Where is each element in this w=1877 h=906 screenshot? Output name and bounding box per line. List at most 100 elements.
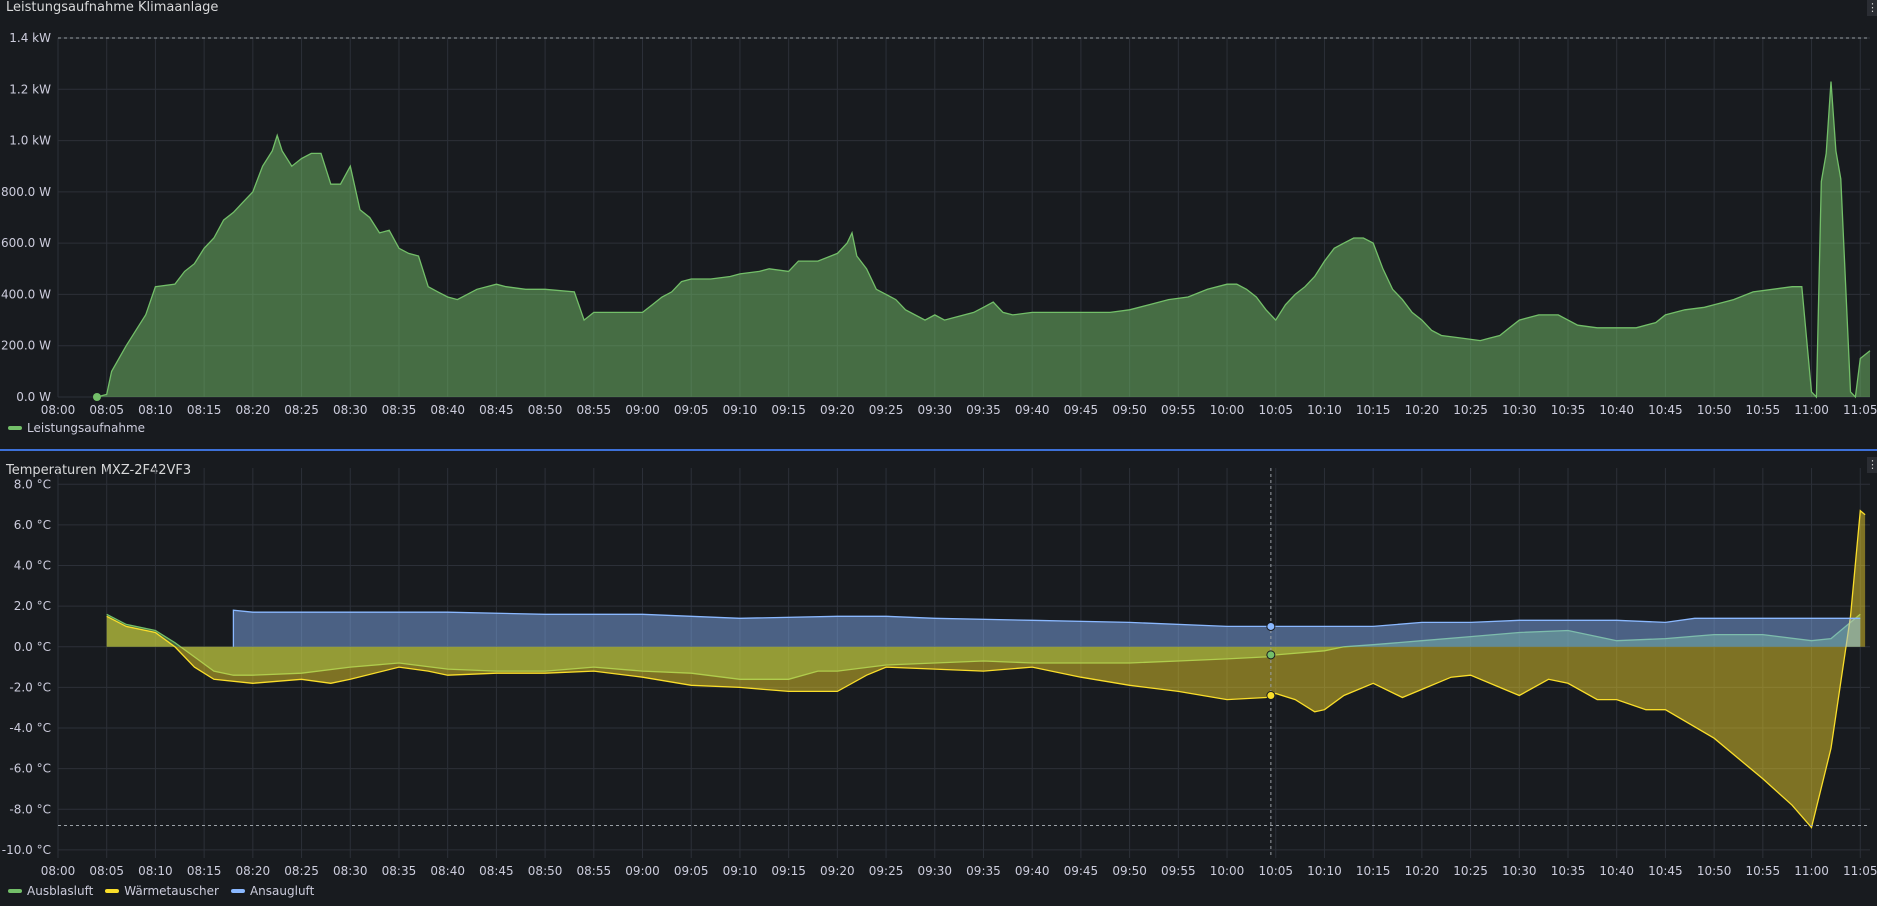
power-panel: Leistungsaufnahme Klimaanlage ⋮ 0.0 W 200…	[0, 0, 1877, 446]
x-tick-label: 08:15	[187, 403, 222, 417]
x-tick-label: 08:00	[41, 403, 76, 417]
x-tick-label: 08:30	[333, 403, 368, 417]
legend-swatch	[230, 889, 245, 893]
legend-label: Ansaugluft	[249, 884, 315, 898]
y-tick-label: 600.0 W	[1, 236, 51, 250]
hover-marker[interactable]	[1266, 691, 1276, 700]
x-tick-label: 08:45	[479, 864, 514, 878]
x-tick-label: 09:20	[820, 403, 855, 417]
x-tick-label: 10:45	[1648, 403, 1683, 417]
legend-swatch	[105, 889, 120, 893]
x-tick-label: 10:00	[1210, 403, 1245, 417]
power-chart[interactable]: 0.0 W 200.0 W 400.0 W 600.0 W 800.0 W 1.0 kW 1…	[0, 0, 1877, 420]
x-tick-label: 08:55	[577, 403, 612, 417]
x-tick-label: 10:45	[1648, 864, 1683, 878]
x-tick-label: 09:35	[966, 864, 1001, 878]
y-tick-label: 800.0 W	[1, 185, 51, 199]
y-tick-label: 1.4 kW	[9, 31, 51, 45]
x-tick-label: 10:50	[1697, 403, 1732, 417]
hover-marker[interactable]	[1266, 650, 1276, 660]
x-tick-label: 08:25	[284, 864, 319, 878]
y-tick-label: 200.0 W	[1, 339, 51, 353]
temperature-panel: Temperaturen MXZ-2F42VF3 ⋮ -10.0 °C -8.0 …	[0, 455, 1877, 906]
x-tick-label: 10:30	[1502, 403, 1537, 417]
x-tick-label: 10:35	[1551, 403, 1586, 417]
y-tick-label: -6.0 °C	[9, 762, 51, 776]
panel-divider[interactable]	[0, 449, 1877, 451]
power-legend: Leistungsaufnahme	[8, 421, 145, 435]
x-tick-label: 08:45	[479, 403, 514, 417]
x-tick-label: 09:30	[917, 403, 952, 417]
x-tick-label: 11:05	[1843, 403, 1877, 417]
x-tick-label: 09:30	[917, 864, 952, 878]
legend-swatch	[8, 426, 22, 430]
temperature-chart[interactable]: -10.0 °C -8.0 °C -6.0 °C -4.0 °C -2.0 °C 0.0 …	[0, 455, 1877, 883]
legend-item-ansaugluft[interactable]: Ansaugluft	[230, 884, 315, 898]
y-tick-label: 0.0 W	[16, 390, 51, 404]
x-tick-label: 09:20	[820, 864, 855, 878]
x-tick-label: 09:00	[625, 403, 660, 417]
x-tick-label: 09:15	[771, 403, 806, 417]
x-tick-label: 11:00	[1794, 403, 1829, 417]
legend-label: Ausblasluft	[27, 884, 94, 898]
x-tick-label: 11:00	[1794, 864, 1829, 878]
x-tick-label: 08:55	[577, 864, 612, 878]
x-tick-label: 10:25	[1453, 403, 1488, 417]
x-tick-label: 10:10	[1307, 403, 1342, 417]
legend-label: Wärmetauscher	[124, 884, 219, 898]
x-tick-label: 08:50	[528, 403, 563, 417]
legend-swatch	[8, 889, 22, 893]
legend-item-leistungsaufnahme[interactable]: Leistungsaufnahme	[8, 421, 145, 435]
x-tick-label: 09:15	[771, 864, 806, 878]
x-tick-label: 09:55	[1161, 864, 1196, 878]
x-tick-label: 09:25	[869, 864, 904, 878]
x-tick-label: 09:05	[674, 864, 709, 878]
legend-item-ausblasluft[interactable]: Ausblasluft	[8, 884, 93, 898]
x-tick-label: 10:40	[1599, 864, 1634, 878]
x-tick-label: 09:00	[625, 864, 660, 878]
data-point-marker[interactable]	[92, 393, 101, 401]
x-tick-label: 09:25	[869, 403, 904, 417]
x-tick-label: 08:00	[41, 864, 76, 878]
legend-item-waermetauscher[interactable]: Wärmetauscher	[105, 884, 219, 898]
y-tick-label: 0.0 °C	[14, 640, 51, 654]
x-tick-label: 08:35	[382, 403, 417, 417]
x-tick-label: 10:05	[1258, 864, 1293, 878]
x-tick-label: 10:50	[1697, 864, 1732, 878]
y-tick-label: -2.0 °C	[9, 680, 51, 694]
x-tick-label: 09:55	[1161, 403, 1196, 417]
x-tick-label: 10:55	[1746, 403, 1781, 417]
x-tick-label: 08:30	[333, 864, 368, 878]
x-tick-label: 10:00	[1210, 864, 1245, 878]
x-tick-label: 09:40	[1015, 403, 1050, 417]
y-tick-label: 4.0 °C	[14, 559, 51, 573]
y-tick-label: -4.0 °C	[9, 721, 51, 735]
x-tick-label: 09:35	[966, 403, 1001, 417]
legend-label: Leistungsaufnahme	[27, 421, 146, 435]
x-tick-label: 08:15	[187, 864, 222, 878]
y-tick-label: 1.0 kW	[9, 134, 51, 148]
x-tick-label: 08:20	[236, 403, 271, 417]
x-tick-label: 08:05	[89, 864, 124, 878]
x-tick-label: 08:40	[430, 864, 465, 878]
x-tick-label: 11:05	[1843, 864, 1877, 878]
x-tick-label: 10:25	[1453, 864, 1488, 878]
x-tick-label: 10:30	[1502, 864, 1537, 878]
y-tick-label: -10.0 °C	[2, 843, 51, 857]
hover-marker[interactable]	[1266, 621, 1276, 631]
x-tick-label: 09:40	[1015, 864, 1050, 878]
x-tick-label: 10:55	[1746, 864, 1781, 878]
x-tick-label: 08:05	[89, 403, 124, 417]
x-tick-label: 10:15	[1356, 403, 1391, 417]
x-tick-label: 09:45	[1064, 864, 1099, 878]
x-tick-label: 08:25	[284, 403, 319, 417]
x-tick-label: 09:50	[1112, 403, 1147, 417]
x-tick-label: 10:05	[1258, 403, 1293, 417]
y-tick-label: 400.0 W	[1, 287, 51, 301]
x-tick-label: 08:20	[236, 864, 271, 878]
x-tick-label: 09:10	[723, 864, 758, 878]
y-tick-label: 2.0 °C	[14, 599, 51, 613]
x-tick-label: 09:50	[1112, 864, 1147, 878]
x-tick-label: 10:20	[1405, 864, 1440, 878]
x-tick-label: 10:15	[1356, 864, 1391, 878]
